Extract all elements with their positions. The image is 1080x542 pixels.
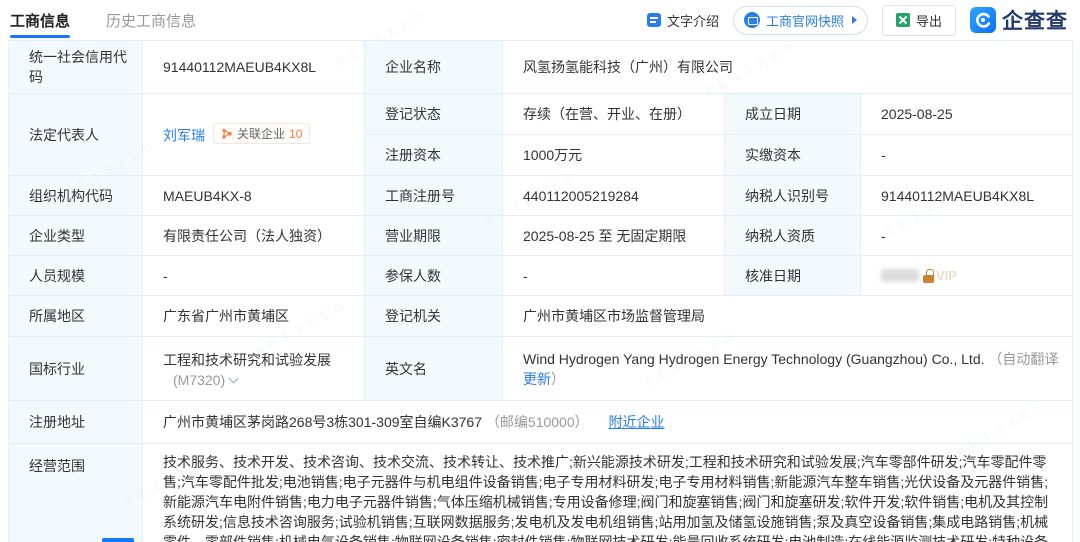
industry-cell: 工程和技术研究和试验发展 (M7320) xyxy=(143,337,365,401)
field-label: 统一社会信用代码 xyxy=(9,41,143,94)
field-label: 实缴资本 xyxy=(725,135,861,176)
legal-rep-cell: 刘军瑞 关联企业 10 xyxy=(143,94,365,176)
paid-capital-value: - xyxy=(861,135,1073,176)
qichacha-logo-icon xyxy=(970,7,996,33)
table-row: 人员规模 - 参保人数 - 核准日期 VIP xyxy=(9,256,1073,296)
tab-business-info-label: 工商信息 xyxy=(10,10,70,31)
english-name-cell: Wind Hydrogen Yang Hydrogen Energy Techn… xyxy=(503,337,1073,401)
field-label: 营业期限 xyxy=(365,216,503,256)
english-name-value: Wind Hydrogen Yang Hydrogen Energy Techn… xyxy=(523,351,985,367)
snapshot-label: 工商官网快照 xyxy=(766,11,844,30)
field-label: 纳税人资质 xyxy=(725,216,861,256)
field-label: 登记状态 xyxy=(365,94,503,135)
network-icon xyxy=(221,128,233,140)
field-label: 核准日期 xyxy=(725,256,861,296)
chevron-down-icon[interactable] xyxy=(229,373,239,383)
active-tab-underline xyxy=(10,35,70,38)
reg-address-cell: 广州市黄埔区茅岗路268号3栋301-309室自编K3767 （邮编510000… xyxy=(143,401,1073,444)
establish-date-value: 2025-08-25 xyxy=(861,94,1073,135)
export-label: 导出 xyxy=(916,11,942,30)
blurred-value xyxy=(881,269,919,282)
table-row: 注册地址 广州市黄埔区茅岗路268号3栋301-309室自编K3767 （邮编5… xyxy=(9,401,1073,444)
text-intro-button[interactable]: 文字介绍 xyxy=(647,11,719,30)
company-type-value: 有限责任公司（法人独资） xyxy=(143,216,365,256)
postcode: （邮编510000） xyxy=(486,414,589,430)
company-name-value: 风氢扬氢能科技（广州）有限公司 xyxy=(503,41,1073,94)
lock-icon xyxy=(923,269,934,283)
related-companies-badge[interactable]: 关联企业 10 xyxy=(213,123,310,144)
auto-translate-note-close: ） xyxy=(551,371,565,387)
badge-label: 关联企业 xyxy=(237,125,285,142)
industry-code: (M7320) xyxy=(173,372,225,388)
table-row: 所属地区 广东省广州市黄埔区 登记机关 广州市黄埔区市场监督管理局 xyxy=(9,296,1073,337)
field-label: 英文名 xyxy=(365,337,503,401)
table-row: 国标行业 工程和技术研究和试验发展 (M7320) 英文名 Wind Hydro… xyxy=(9,337,1073,401)
tab-bar: 工商信息 历史工商信息 文字介绍 工商官网快照 导出 xyxy=(0,0,1080,40)
field-label: 登记机关 xyxy=(365,296,503,337)
field-label: 注册地址 xyxy=(9,401,143,444)
table-row: 统一社会信用代码 91440112MAEUB4KX8L 企业名称 风氢扬氢能科技… xyxy=(9,41,1073,94)
reg-authority-value: 广州市黄埔区市场监督管理局 xyxy=(503,296,1073,337)
reg-capital-value: 1000万元 xyxy=(503,135,725,176)
table-row: 组织机构代码 MAEUB4KX-8 工商注册号 440112005219284 … xyxy=(9,176,1073,216)
field-label: 参保人数 xyxy=(365,256,503,296)
field-label: 企业类型 xyxy=(9,216,143,256)
field-label: 人员规模 xyxy=(9,256,143,296)
credit-code-value: 91440112MAEUB4KX8L xyxy=(143,41,365,94)
table-row: 经营范围 技术服务、技术开发、技术咨询、技术交流、技术转让、技术推广;新兴能源技… xyxy=(9,444,1073,542)
legal-rep-link[interactable]: 刘军瑞 xyxy=(163,128,205,144)
next-section-tab-underline xyxy=(102,538,134,542)
snapshot-camera-icon xyxy=(744,12,760,28)
business-info-table: 统一社会信用代码 91440112MAEUB4KX8L 企业名称 风氢扬氢能科技… xyxy=(8,40,1073,542)
tab-history-label: 历史工商信息 xyxy=(106,10,196,31)
nearby-companies-link[interactable]: 附近企业 xyxy=(609,414,665,430)
field-label: 组织机构代码 xyxy=(9,176,143,216)
vip-locked-value[interactable]: VIP xyxy=(881,268,1062,283)
auto-translate-note: （自动翻译 xyxy=(988,351,1058,367)
field-label: 国标行业 xyxy=(9,337,143,401)
org-code-value: MAEUB4KX-8 xyxy=(143,176,365,216)
industry-name: 工程和技术研究和试验发展 xyxy=(163,350,354,370)
vip-label: VIP xyxy=(936,268,957,283)
taxpayer-quality-value: - xyxy=(861,216,1073,256)
business-term-value: 2025-08-25 至 无固定期限 xyxy=(503,216,725,256)
staff-size-value: - xyxy=(143,256,365,296)
excel-icon xyxy=(896,13,910,27)
arrow-right-icon xyxy=(852,16,857,24)
badge-count: 10 xyxy=(289,127,302,141)
qichacha-logo: 企查查 xyxy=(970,5,1068,35)
reg-number-value: 440112005219284 xyxy=(503,176,725,216)
table-row: 法定代表人 刘军瑞关联企业10 登记状态 存续（在营、开业、在册） 成立日期 2… xyxy=(9,94,1073,135)
reg-status-value: 存续（在营、开业、在册） xyxy=(503,94,725,135)
business-info-panel: 8E13XE0 8E13XE0 8E13XE0 8E13XE0 8E13XE0 … xyxy=(0,0,1080,542)
region-value: 广东省广州市黄埔区 xyxy=(143,296,365,337)
reg-address-value: 广州市黄埔区茅岗路268号3栋301-309室自编K3767 xyxy=(163,414,482,430)
field-label: 所属地区 xyxy=(9,296,143,337)
document-icon xyxy=(647,13,661,27)
export-button[interactable]: 导出 xyxy=(882,5,956,36)
tab-business-info[interactable]: 工商信息 xyxy=(10,0,70,40)
field-label: 经营范围 xyxy=(9,444,143,542)
taxpayer-id-value: 91440112MAEUB4KX8L xyxy=(861,176,1073,216)
field-label: 法定代表人 xyxy=(9,94,143,176)
insured-count-value: - xyxy=(503,256,725,296)
field-label: 注册资本 xyxy=(365,135,503,176)
approval-date-cell: VIP xyxy=(861,256,1073,296)
field-label: 工商注册号 xyxy=(365,176,503,216)
translate-refresh-link[interactable]: 更新 xyxy=(523,371,551,387)
text-intro-label: 文字介绍 xyxy=(667,11,719,30)
toolbar: 文字介绍 工商官网快照 导出 xyxy=(647,5,1068,36)
official-snapshot-button[interactable]: 工商官网快照 xyxy=(733,6,868,35)
business-scope-value: 技术服务、技术开发、技术咨询、技术交流、技术转让、技术推广;新兴能源技术研发;工… xyxy=(143,444,1073,542)
qichacha-logo-text: 企查查 xyxy=(1002,5,1068,35)
field-label: 成立日期 xyxy=(725,94,861,135)
table-row: 企业类型 有限责任公司（法人独资） 营业期限 2025-08-25 至 无固定期… xyxy=(9,216,1073,256)
field-label: 纳税人识别号 xyxy=(725,176,861,216)
tab-history-business-info[interactable]: 历史工商信息 xyxy=(106,0,196,40)
field-label: 企业名称 xyxy=(365,41,503,94)
